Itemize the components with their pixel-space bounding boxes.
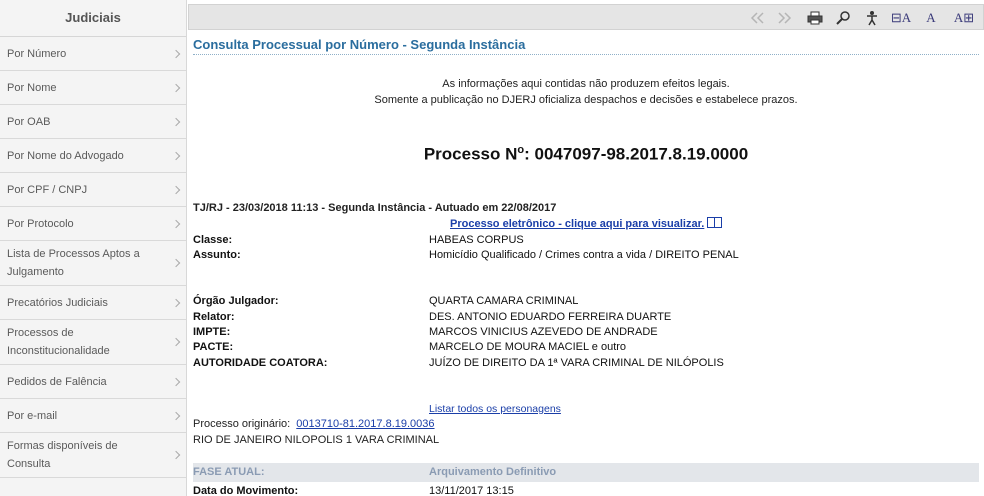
movement-date-value: 13/11/2017 13:15 (429, 485, 514, 496)
chevron-right-icon (171, 151, 181, 160)
chevron-right-icon (171, 49, 181, 58)
sidebar-item-label: Por CPF / CNPJ (7, 183, 88, 196)
origin-process-row: Processo originário: 0013710-81.2017.8.1… (193, 418, 435, 430)
sidebar-item-formas-consulta[interactable]: Formas disponíveis de Consulta (0, 433, 186, 478)
accessibility-icon[interactable] (863, 9, 881, 27)
field-label-relator: Relator: (193, 311, 235, 323)
sidebar-item-label: Por Nome do Advogado (7, 149, 124, 162)
phase-bar (193, 463, 979, 482)
notice-line-2: Somente a publicação no DJERJ oficializa… (374, 94, 798, 106)
electronic-process-link-text[interactable]: Processo eletrônico - clique aqui para v… (450, 218, 704, 230)
sidebar-item-por-email[interactable]: Por e-mail (0, 399, 186, 433)
font-increase-button[interactable]: A⊞ (952, 9, 976, 27)
sidebar-item-falencia[interactable]: Pedidos de Falência (0, 365, 186, 399)
origin-label: Processo originário: (193, 418, 291, 430)
main-content: ⊟A A A⊞ Consulta Processual por Número -… (188, 0, 984, 496)
magnifier-icon[interactable] (834, 9, 852, 27)
first-page-icon[interactable] (748, 9, 766, 27)
process-number: : 0047097-98.2017.8.19.0000 (524, 144, 749, 164)
chevron-right-icon (171, 411, 181, 420)
sidebar-item-label: Lista de Processos Aptos a Julgamento (7, 248, 140, 278)
book-icon[interactable] (707, 217, 723, 228)
field-label-autoridade: AUTORIDADE COATORA: (193, 357, 328, 369)
sidebar-item-label: Por e-mail (7, 409, 58, 422)
print-icon[interactable] (806, 9, 824, 27)
movement-date-label: Data do Movimento: (193, 485, 299, 496)
sidebar-title: Judiciais (0, 0, 186, 37)
page-title: Consulta Processual por Número - Segunda… (193, 37, 526, 52)
field-value-autoridade: JUÍZO DE DIREITO DA 1ª VARA CRIMINAL DE … (429, 357, 724, 369)
sidebar-item-por-cpf-cnpj[interactable]: Por CPF / CNPJ (0, 173, 186, 207)
chevron-right-icon (171, 83, 181, 92)
list-personagens-link[interactable]: Listar todos os personagens (429, 403, 561, 415)
font-normal-button[interactable]: A (924, 9, 938, 27)
sidebar-item-label: Por Número (7, 47, 67, 60)
sidebar-item-inconstitucionalidade[interactable]: Processos de Inconstitucionalidade (0, 320, 186, 365)
sidebar-item-label: Por Nome (7, 81, 57, 94)
sidebar-item-label: Por Protocolo (7, 217, 74, 230)
process-prefix: Processo N (423, 144, 518, 164)
field-value-relator: DES. ANTONIO EDUARDO FERREIRA DUARTE (429, 311, 672, 323)
field-label-orgao: Órgão Julgador: (193, 295, 279, 307)
sidebar-item-por-nome-advogado[interactable]: Por Nome do Advogado (0, 139, 186, 173)
phase-label: FASE ATUAL: (193, 466, 265, 478)
sidebar-item-label: Por OAB (7, 115, 51, 128)
sidebar-item-por-nome[interactable]: Por Nome (0, 71, 186, 105)
chevron-right-icon (171, 219, 181, 228)
font-decrease-button[interactable]: ⊟A (890, 9, 912, 27)
sidebar-item-por-numero[interactable]: Por Número (0, 37, 186, 71)
field-value-orgao: QUARTA CAMARA CRIMINAL (429, 295, 579, 307)
sidebar-item-label: Processos de Inconstitucionalidade (7, 327, 110, 357)
electronic-process-link[interactable]: Processo eletrônico - clique aqui para v… (450, 217, 723, 230)
sidebar-item-por-protocolo[interactable]: Por Protocolo (0, 207, 186, 241)
field-label-assunto: Assunto: (193, 249, 241, 261)
chevron-right-icon (171, 117, 181, 126)
origin-court: RIO DE JANEIRO NILOPOLIS 1 VARA CRIMINAL (193, 434, 440, 446)
chevron-right-icon (171, 258, 181, 268)
chevron-right-icon (171, 450, 181, 460)
sidebar-item-precatorios[interactable]: Precatórios Judiciais (0, 286, 186, 320)
field-value-impte: MARCOS VINICIUS AZEVEDO DE ANDRADE (429, 326, 658, 338)
phase-value: Arquivamento Definitivo (429, 466, 557, 478)
process-header-line: TJ/RJ - 23/03/2018 11:13 - Segunda Instâ… (193, 202, 557, 214)
sidebar-item-por-oab[interactable]: Por OAB (0, 105, 186, 139)
process-number-title: Processo No: 0047097-98.2017.8.19.0000 (193, 144, 979, 165)
field-label-pacte: PACTE: (193, 341, 234, 353)
chevron-right-icon (171, 377, 181, 386)
field-value-pacte: MARCELO DE MOURA MACIEL e outro (429, 341, 627, 353)
field-value-assunto: Homicídio Qualificado / Crimes contra a … (429, 249, 739, 261)
sidebar-item-processos-aptos[interactable]: Lista de Processos Aptos a Julgamento (0, 241, 186, 286)
origin-process-link[interactable]: 0013710-81.2017.8.19.0036 (296, 418, 434, 430)
chevron-right-icon (171, 337, 181, 347)
field-label-impte: IMPTE: (193, 326, 231, 338)
sidebar-item-label: Precatórios Judiciais (7, 296, 108, 309)
chevron-right-icon (171, 298, 181, 307)
sidebar-item-label: Pedidos de Falência (7, 375, 107, 388)
sidebar: Judiciais Por Número Por Nome Por OAB Po… (0, 0, 187, 496)
field-value-classe: HABEAS CORPUS (429, 234, 524, 246)
heading-divider (193, 54, 979, 55)
chevron-right-icon (171, 185, 181, 194)
field-label-classe: Classe: (193, 234, 233, 246)
notice-line-1: As informações aqui contidas não produze… (442, 78, 730, 90)
sidebar-item-label: Formas disponíveis de Consulta (7, 440, 118, 470)
toolbar: ⊟A A A⊞ (188, 4, 984, 30)
next-page-icon[interactable] (776, 9, 794, 27)
